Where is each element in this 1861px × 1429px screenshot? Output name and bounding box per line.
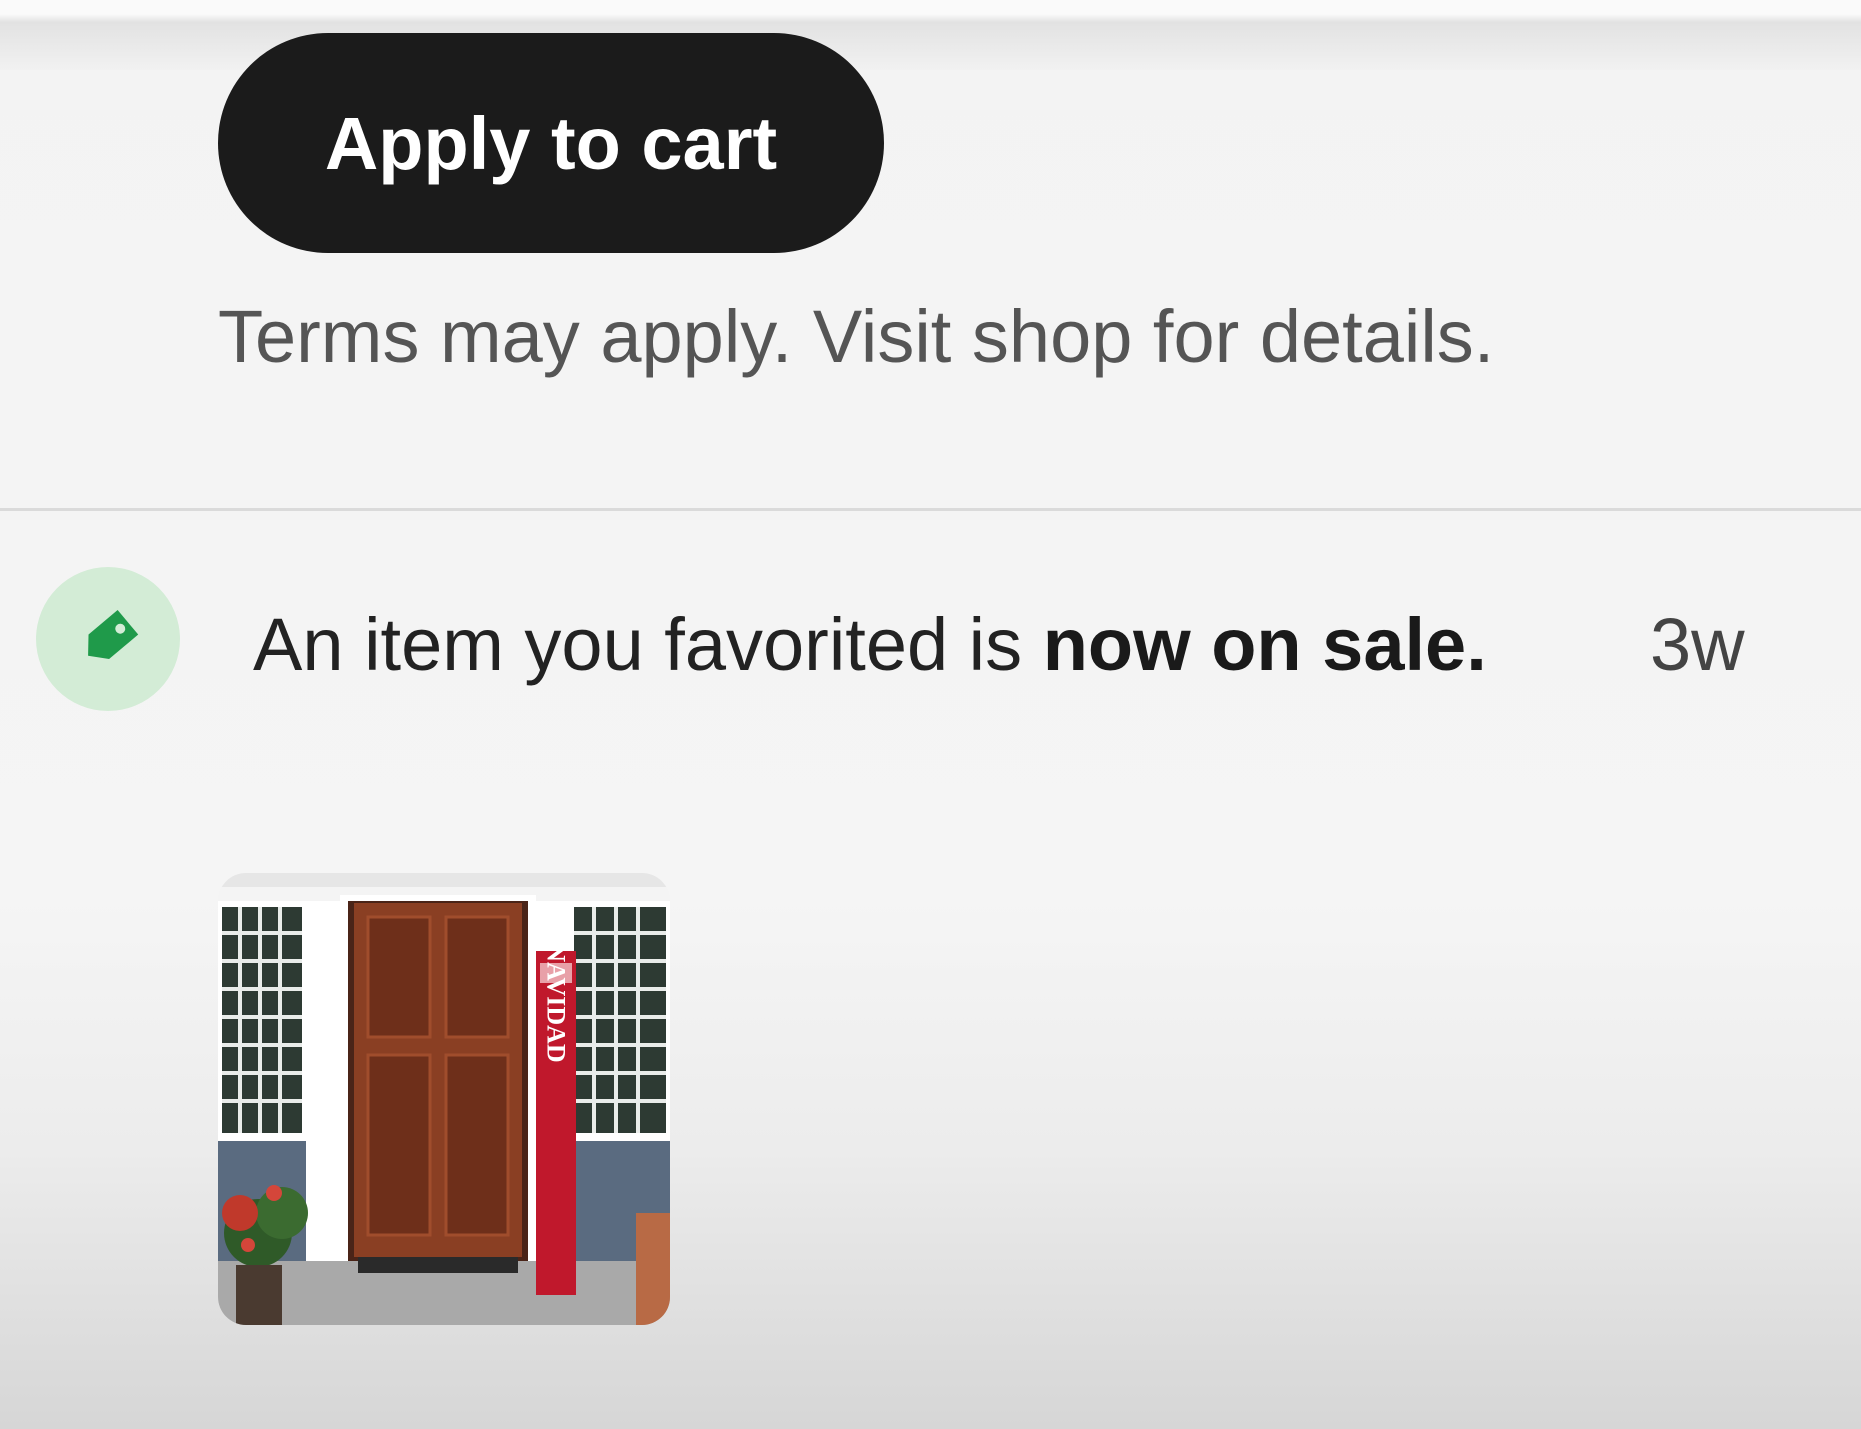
divider <box>0 508 1861 511</box>
notification-time: 3w <box>1650 603 1745 686</box>
price-tag-icon <box>88 610 139 659</box>
notification-message: An item you favorited is now on sale. <box>253 590 1513 700</box>
terms-text: Terms may apply. Visit shop for details. <box>218 295 1495 378</box>
product-image: NAVIDAD <box>218 873 670 1325</box>
apply-to-cart-button[interactable]: Apply to cart <box>218 33 884 253</box>
banner-text: NAVIDAD <box>542 943 571 1062</box>
favorited-item-thumbnail[interactable]: NAVIDAD <box>218 873 670 1325</box>
notification-icon-badge <box>36 567 180 711</box>
notification-message-bold: now on sale. <box>1042 603 1487 686</box>
notification-message-text: An item you favorited is <box>253 603 1043 686</box>
